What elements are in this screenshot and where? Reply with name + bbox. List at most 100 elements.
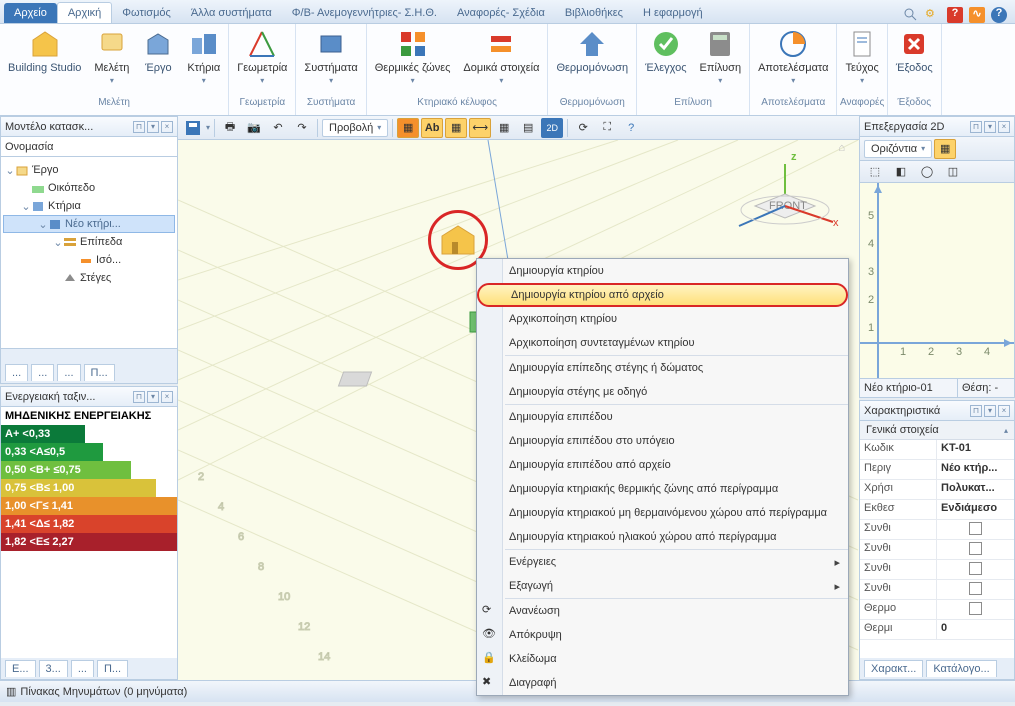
messages-icon[interactable]: ▥ bbox=[6, 685, 16, 698]
systems-button[interactable]: Συστήματα▾ bbox=[298, 26, 363, 96]
toolbar-help-icon[interactable]: ? bbox=[620, 118, 642, 138]
tab-libs[interactable]: Βιβλιοθήκες bbox=[555, 3, 633, 23]
project-tree[interactable]: ⌄Έργο Οικόπεδο ⌄Κτήρια ⌄Νέο κτήρι... ⌄Επ… bbox=[1, 157, 177, 348]
building-elements-button[interactable]: Δομικά στοιχεία▾ bbox=[457, 26, 545, 96]
tree-root[interactable]: Έργο bbox=[32, 164, 59, 176]
tab-home[interactable]: Αρχική bbox=[57, 2, 112, 23]
check-button[interactable]: Έλεγχος bbox=[639, 26, 692, 96]
ctx-item[interactable]: Ανανέωση⟳ bbox=[477, 599, 848, 623]
sphere-icon[interactable]: ◯ bbox=[916, 162, 938, 182]
tab-lighting[interactable]: Φωτισμός bbox=[112, 3, 181, 23]
grid-icon[interactable]: ▦ bbox=[493, 118, 515, 138]
prop-row[interactable]: ΧρήσιΠολυκατ... bbox=[860, 480, 1014, 500]
home-view-icon[interactable]: ⌂ bbox=[838, 142, 845, 154]
ctx-item[interactable]: Αρχικοποίηση συντεταγμένων κτηρίου bbox=[477, 331, 848, 355]
study-button[interactable]: Μελέτη▾ bbox=[88, 26, 135, 96]
save-icon[interactable] bbox=[182, 118, 204, 138]
tree-plot[interactable]: Οικόπεδο bbox=[48, 182, 95, 194]
results-button[interactable]: Αποτελέσματα▾ bbox=[752, 26, 834, 96]
prop-row[interactable]: Συνθι bbox=[860, 540, 1014, 560]
ctx-item[interactable]: Ενέργειες▸ bbox=[477, 550, 848, 574]
building-studio-button[interactable]: Building Studio bbox=[2, 26, 87, 96]
tree-buildings[interactable]: Κτήρια bbox=[48, 200, 81, 212]
energy-panel-tabs[interactable]: Ε...3......Π... bbox=[1, 658, 177, 679]
print-icon[interactable]: 🖶 bbox=[219, 118, 241, 138]
ctx-item[interactable]: Δημιουργία κτηρίου από αρχείο bbox=[477, 283, 848, 307]
help-red-icon[interactable]: ? bbox=[947, 7, 963, 23]
ctx-item[interactable]: Αρχικοποίηση κτηρίου bbox=[477, 307, 848, 331]
buildings-button[interactable]: Κτήρια▾ bbox=[181, 26, 226, 96]
model-panel-tabs[interactable]: .........Π... bbox=[1, 362, 177, 383]
orientation-dropdown[interactable]: Οριζόντια▾ bbox=[864, 140, 932, 158]
shade1-icon[interactable]: ▦ bbox=[397, 118, 419, 138]
label-mode-icon[interactable]: Ab bbox=[421, 118, 443, 138]
ctx-item[interactable]: Κλείδωμα🔒 bbox=[477, 647, 848, 671]
shade2-icon[interactable]: ▦ bbox=[445, 118, 467, 138]
dim-icon[interactable]: ⟷ bbox=[469, 118, 491, 138]
prop-row[interactable]: ΕκθεσΕνδιάμεσο bbox=[860, 500, 1014, 520]
tree-new-building[interactable]: Νέο κτήρι... bbox=[65, 218, 121, 230]
ctx-item[interactable]: Δημιουργία κτηρίου bbox=[477, 259, 848, 283]
redo-icon[interactable]: ↷ bbox=[291, 118, 313, 138]
pin-icon[interactable]: ⊓ bbox=[133, 121, 145, 133]
ctx-item[interactable]: Εξαγωγή▸ bbox=[477, 574, 848, 598]
ctx-item[interactable]: Δημιουργία στέγης με οδηγό bbox=[477, 380, 848, 404]
edit2d-plot[interactable]: 12345 1234 bbox=[860, 183, 1014, 378]
svg-text:14: 14 bbox=[318, 651, 330, 663]
layers-icon[interactable]: ▤ bbox=[517, 118, 539, 138]
tree-levels[interactable]: Επίπεδα bbox=[80, 236, 122, 248]
misc-icon[interactable]: ◫ bbox=[942, 162, 964, 182]
prop-row[interactable]: Συνθι bbox=[860, 560, 1014, 580]
prop-row[interactable]: Θερμο bbox=[860, 600, 1014, 620]
tab-pv[interactable]: Φ/Β- Ανεμογεννήτριες- Σ.Η.Θ. bbox=[282, 3, 447, 23]
props-section[interactable]: Γενικά στοιχεία▴ bbox=[860, 421, 1014, 440]
search-icon[interactable] bbox=[903, 7, 919, 23]
help-blue-icon[interactable]: ? bbox=[991, 7, 1007, 23]
settings-icon[interactable]: ⚙ bbox=[925, 7, 941, 23]
solve-button[interactable]: Επίλυση▾ bbox=[694, 26, 748, 96]
props-tabs[interactable]: Χαρακτ... Κατάλογο... bbox=[860, 658, 1014, 679]
prop-row[interactable]: Συνθι bbox=[860, 580, 1014, 600]
rss-icon[interactable]: ∿ bbox=[969, 7, 985, 23]
cube-icon[interactable]: ◧ bbox=[890, 162, 912, 182]
tab-app[interactable]: Η εφαρμογή bbox=[633, 3, 713, 23]
tree-ground[interactable]: Ισό... bbox=[96, 254, 121, 266]
project-button[interactable]: Έργο bbox=[136, 26, 180, 96]
insulation-button[interactable]: Θερμομόνωση bbox=[550, 26, 634, 96]
view2d-icon[interactable]: 2D bbox=[541, 118, 563, 138]
prop-row[interactable]: ΠεριγΝέο κτήρ... bbox=[860, 460, 1014, 480]
ctx-item[interactable]: Δημιουργία κτηριακής θερμικής ζώνης από … bbox=[477, 477, 848, 501]
tab-file[interactable]: Αρχείο bbox=[4, 3, 57, 23]
exit-button[interactable]: Έξοδος bbox=[890, 26, 939, 96]
close-icon[interactable]: × bbox=[161, 121, 173, 133]
camera-icon[interactable]: 📷 bbox=[243, 118, 265, 138]
ctx-item[interactable]: Απόκρυψη👁 bbox=[477, 623, 848, 647]
props-grid[interactable]: ΚωδικKT-01ΠεριγΝέο κτήρ...ΧρήσιΠολυκατ..… bbox=[860, 440, 1014, 658]
prop-row[interactable]: ΚωδικKT-01 bbox=[860, 440, 1014, 460]
prop-row[interactable]: Συνθι bbox=[860, 520, 1014, 540]
props-header: Χαρακτηριστικά bbox=[864, 405, 940, 417]
select-icon[interactable]: ⬚ bbox=[864, 162, 886, 182]
thermal-zones-button[interactable]: Θερμικές ζώνες▾ bbox=[369, 26, 457, 96]
dropdown-icon[interactable]: ▾ bbox=[147, 121, 159, 133]
projection-dropdown[interactable]: Προβολή▾ bbox=[322, 119, 388, 137]
report-button[interactable]: Τεύχος▾ bbox=[839, 26, 884, 96]
ctx-item[interactable]: Δημιουργία επιπέδου στο υπόγειο bbox=[477, 429, 848, 453]
ctx-item[interactable]: Δημιουργία κτηριακού ηλιακού χώρου από π… bbox=[477, 525, 848, 549]
geometry-button[interactable]: Γεωμετρία▾ bbox=[231, 26, 293, 96]
ctx-item[interactable]: Δημιουργία επιπέδου από αρχείο bbox=[477, 453, 848, 477]
ctx-item[interactable]: Δημιουργία κτηριακού μη θερμαινόμενου χώ… bbox=[477, 501, 848, 525]
building-gizmo-icon[interactable] bbox=[438, 222, 478, 258]
tree-roofs[interactable]: Στέγες bbox=[80, 272, 111, 284]
undo-icon[interactable]: ↶ bbox=[267, 118, 289, 138]
refresh-icon[interactable]: ⟳ bbox=[572, 118, 594, 138]
ctx-item[interactable]: Δημιουργία επίπεδης στέγης ή δώματος bbox=[477, 356, 848, 380]
tab-other[interactable]: Άλλα συστήματα bbox=[181, 3, 282, 23]
ctx-item[interactable]: Διαγραφή✖ bbox=[477, 671, 848, 695]
edit2d-mode-icon[interactable]: ▦ bbox=[934, 139, 956, 159]
zoom-extents-icon[interactable]: ⛶ bbox=[596, 118, 618, 138]
view-cube[interactable]: z FRONT x bbox=[715, 146, 845, 236]
tab-reports[interactable]: Αναφορές- Σχέδια bbox=[447, 3, 555, 23]
ctx-item[interactable]: Δημιουργία επιπέδου bbox=[477, 405, 848, 429]
prop-row[interactable]: Θερμι0 bbox=[860, 620, 1014, 640]
